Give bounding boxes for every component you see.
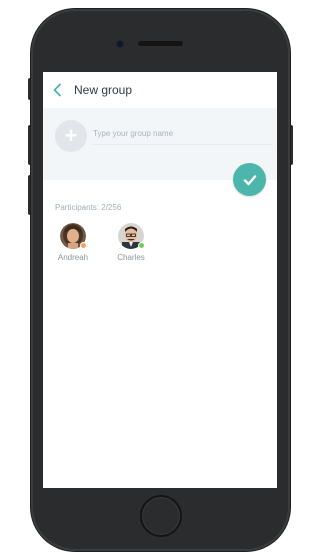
earpiece-speaker (138, 41, 183, 46)
plus-icon: + (64, 123, 78, 148)
participant-name: Charles (117, 253, 145, 262)
app-screen: New group + Participants: 2/256 (43, 72, 277, 488)
participant-item[interactable]: Charles (111, 223, 151, 262)
confirm-button[interactable] (233, 163, 266, 196)
participant-item[interactable]: Andreah (53, 223, 93, 262)
group-name-input[interactable] (93, 123, 273, 145)
home-button (140, 495, 182, 537)
app-bar: New group (43, 72, 277, 108)
check-icon (243, 174, 256, 185)
chevron-left-icon[interactable] (52, 83, 66, 97)
participants-count: Participants: 2/256 (55, 203, 122, 212)
page-title: New group (74, 83, 133, 97)
front-camera (116, 40, 124, 48)
status-dot (80, 242, 87, 249)
avatar (118, 223, 145, 249)
participant-name: Andreah (57, 253, 89, 262)
avatar (60, 223, 87, 249)
add-group-photo-button[interactable]: + (55, 120, 87, 152)
status-dot (138, 242, 145, 249)
